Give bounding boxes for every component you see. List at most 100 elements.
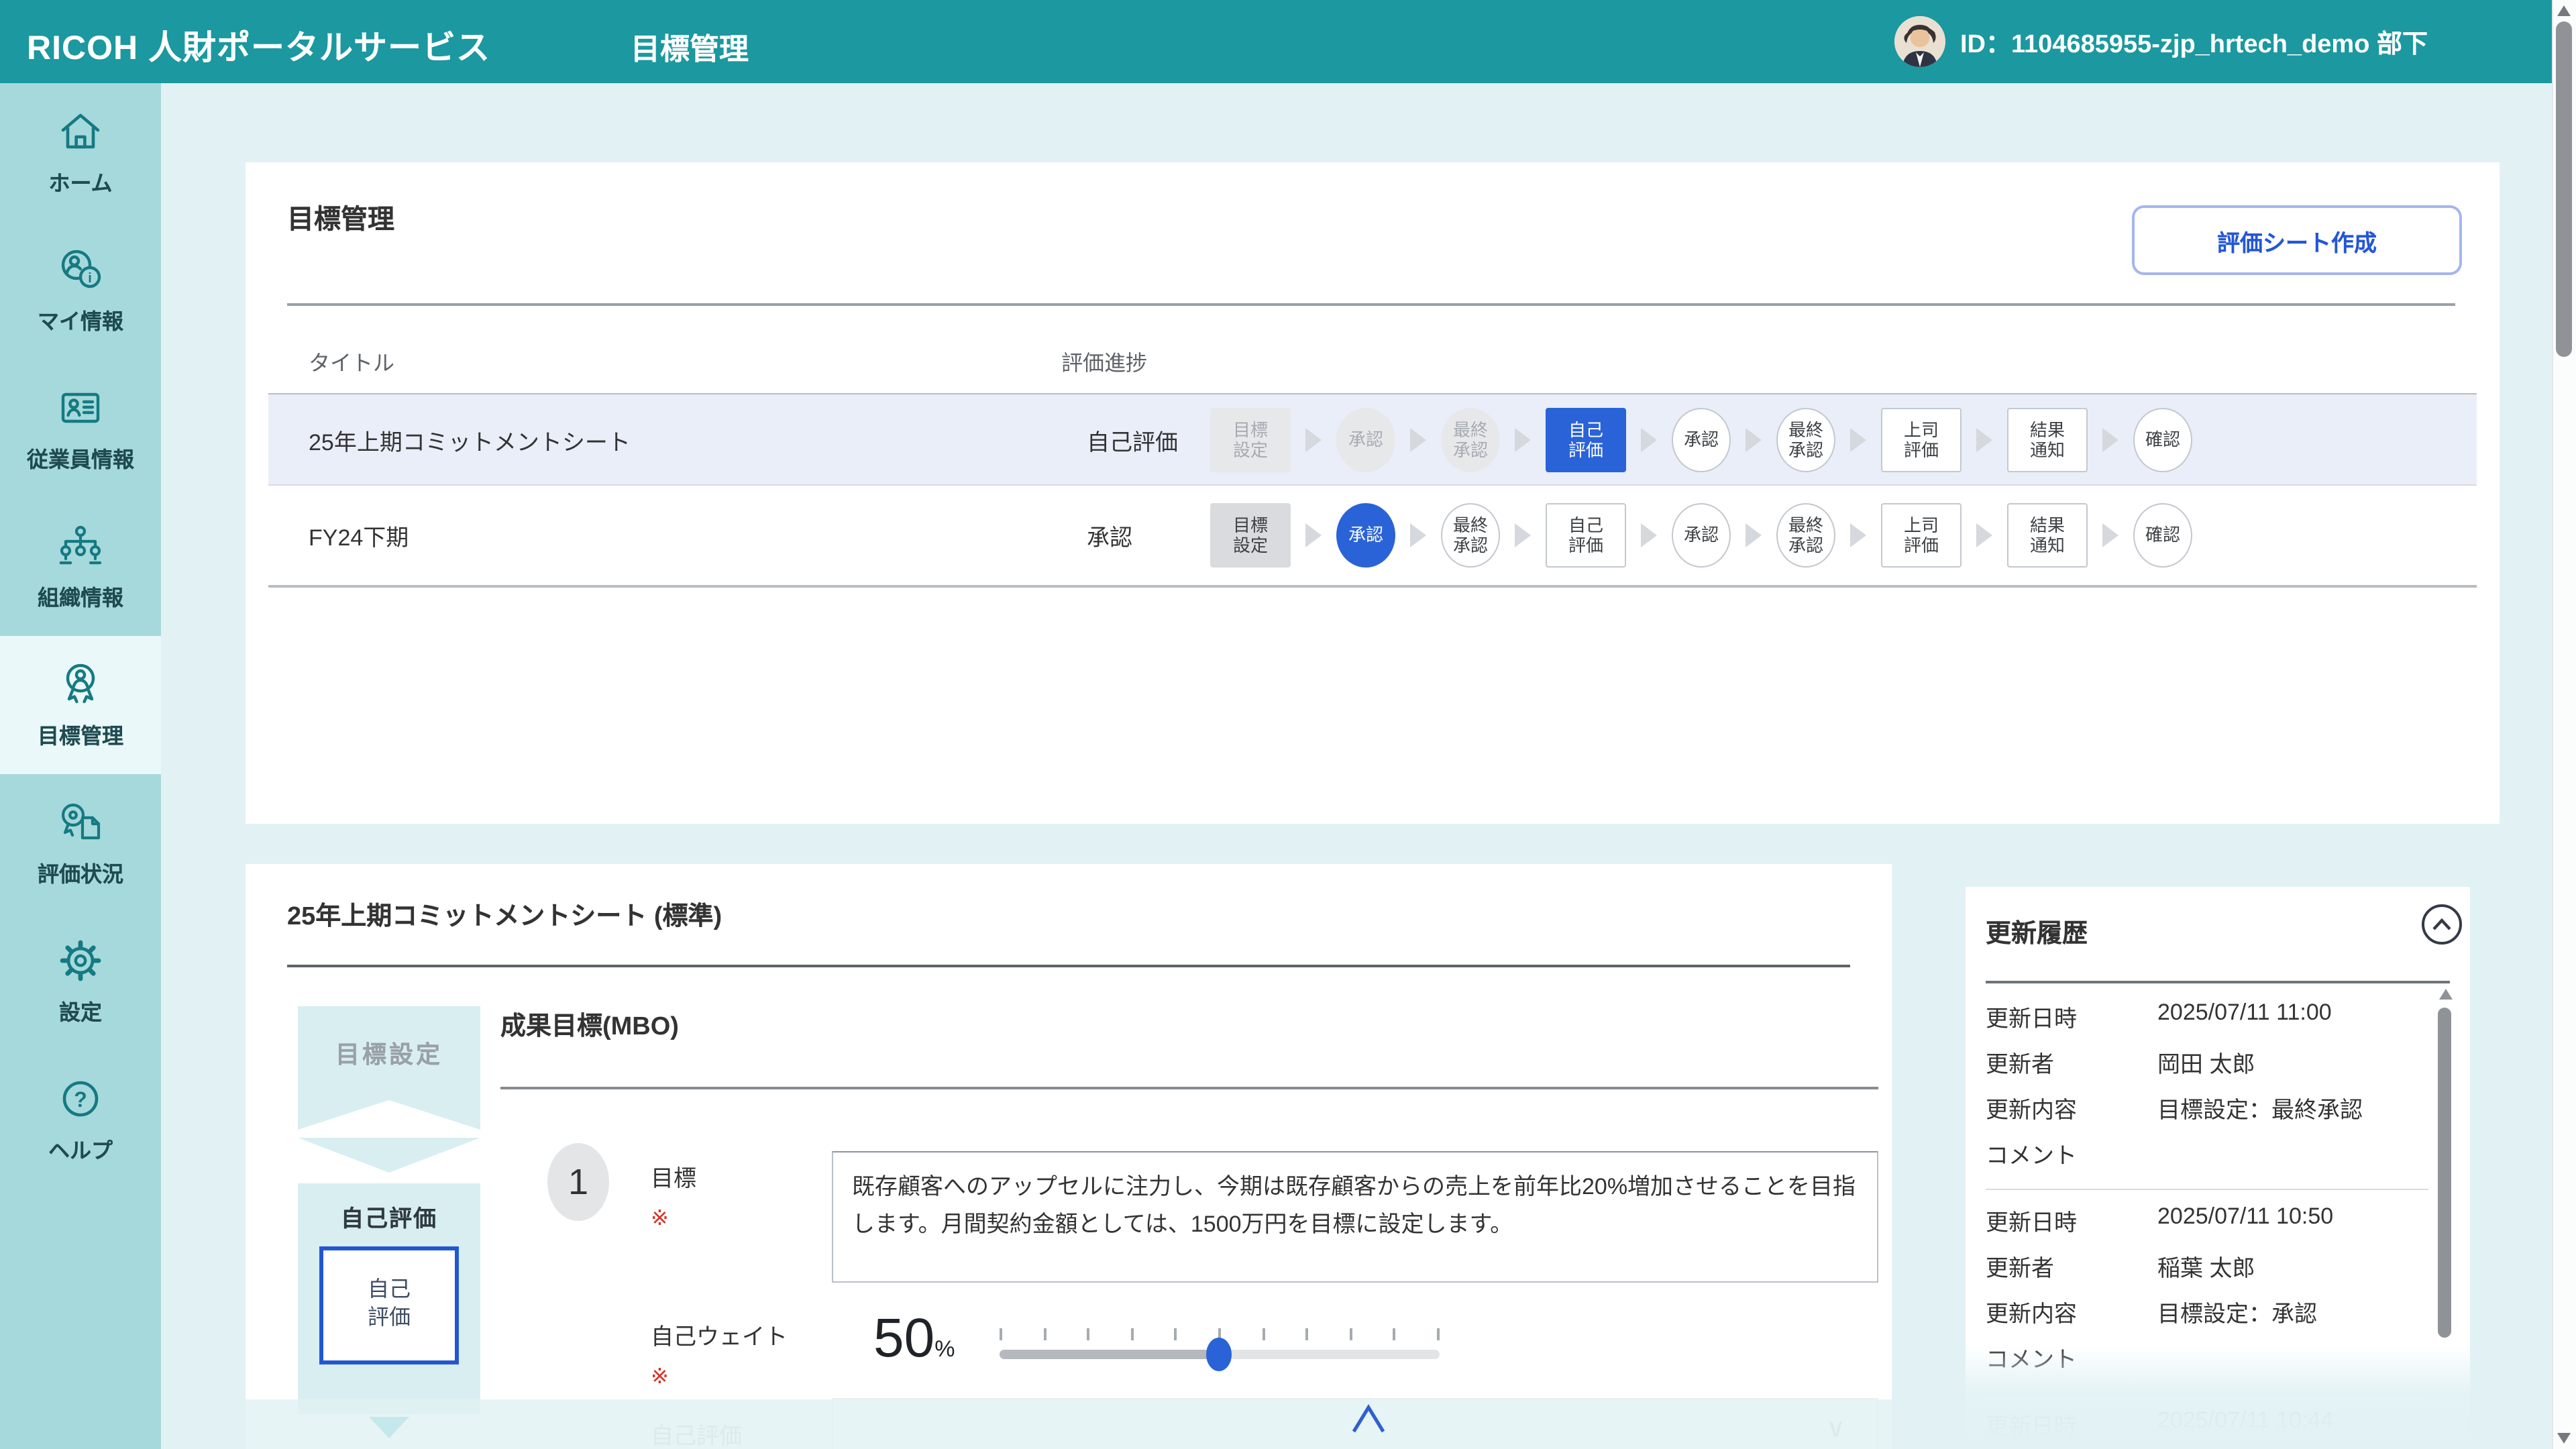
top-header-bar: RICOH 人財ポータルサービス 目標管理 ID：1104685955-zjp_… (0, 0, 2576, 83)
collapse-section-chevron-up[interactable] (1350, 1403, 1387, 1442)
phase-label: 自己評価 (341, 1199, 437, 1233)
sheet-detail-panel: 25年上期コミットメントシート (標準) 目標設定 自己評価 自己評価 成果目標… (246, 864, 1892, 1449)
evaluation-status-icon (56, 798, 105, 847)
step-arrow-icon (1746, 523, 1762, 547)
goal-textarea[interactable]: 既存顧客へのアップセルに注力し、今期は既存顧客からの売上を前年比20%増加させる… (832, 1151, 1878, 1283)
scroll-up-arrow-icon[interactable] (2439, 989, 2453, 1000)
step-arrow-icon (1410, 428, 1426, 452)
sidebar-item-label: ヘルプ (48, 1132, 113, 1165)
step-approval: 承認 (1336, 503, 1395, 568)
step-goal-setting: 目標設定 (1210, 503, 1291, 568)
sidebar-item-goal-management[interactable]: 目標管理 (0, 636, 161, 774)
step-goal-setting: 目標設定 (1210, 408, 1291, 472)
user-id-text: ID：1104685955-zjp_hrtech_demo 部下 (1960, 23, 2428, 60)
sidebar-item-settings[interactable]: 設定 (0, 912, 161, 1051)
step-confirm: 確認 (2133, 408, 2192, 472)
progress-stepper: 目標設定 承認 最終承認 自己評価 承認 最終承認 上司評価 結果通知 確認 (1210, 503, 2192, 568)
field-label: 更新者 (1986, 1045, 2157, 1079)
user-menu[interactable]: ID：1104685955-zjp_hrtech_demo 部下 (1894, 16, 2428, 67)
item-number-badge: 1 (547, 1143, 609, 1221)
step-result-notice: 結果通知 (2007, 408, 2088, 472)
progress-stepper: 目標設定 承認 最終承認 自己評価 承認 最終承認 上司評価 結果通知 確認 (1210, 408, 2192, 472)
step-final-approval: 最終承認 (1441, 503, 1500, 568)
goal-sheet-row[interactable]: 25年上期コミットメントシート 自己評価 目標設定 承認 最終承認 自己評価 承… (268, 393, 2477, 486)
slider-track[interactable] (1000, 1350, 1440, 1359)
step-arrow-icon (1305, 523, 1322, 547)
phase-goal-setting: 目標設定 (298, 1006, 480, 1130)
header-page-title: 目標管理 (631, 25, 749, 68)
divider (500, 1087, 1878, 1089)
employee-card-icon (56, 384, 105, 432)
svg-text:?: ? (74, 1087, 87, 1112)
home-icon (56, 107, 105, 156)
sidebar-item-label: 組織情報 (38, 580, 123, 612)
section-title-mbo: 成果目標(MBO) (500, 1006, 679, 1042)
sidebar-item-home[interactable]: ホーム (0, 83, 161, 221)
field-value: 2025/07/11 10:50 (2157, 1203, 2428, 1237)
step-arrow-icon (1976, 428, 1992, 452)
page-scrollbar[interactable] (2552, 0, 2576, 1449)
field-label: 更新日時 (1986, 1203, 2157, 1237)
weight-slider[interactable] (1000, 1328, 1440, 1359)
step-arrow-icon (2102, 428, 2118, 452)
sidebar-item-label: 従業員情報 (27, 441, 134, 474)
field-label: 更新内容 (1986, 1295, 2157, 1328)
step-final-approval: 最終承認 (1776, 408, 1835, 472)
history-title: 更新履歴 (1986, 914, 2088, 950)
weight-unit: % (934, 1336, 955, 1362)
step-arrow-icon (1515, 523, 1531, 547)
field-label: コメント (1986, 1136, 2157, 1170)
goal-sheet-row[interactable]: FY24下期 承認 目標設定 承認 最終承認 自己評価 承認 最終承認 上司評価… (268, 484, 2477, 588)
chevron-up-icon (2431, 918, 2453, 931)
history-scrollbar-thumb[interactable] (2438, 1008, 2451, 1338)
field-value: 岡田 太郎 (2157, 1045, 2428, 1079)
scroll-down-arrow-icon[interactable] (2557, 1433, 2571, 1444)
sidebar-item-label: 目標管理 (38, 718, 123, 750)
column-header-title: タイトル (309, 345, 394, 377)
create-evaluation-sheet-button[interactable]: 評価シート作成 (2132, 205, 2462, 275)
step-arrow-icon (1746, 428, 1762, 452)
page-scrollbar-thumb[interactable] (2556, 21, 2572, 357)
step-approval: 承認 (1336, 408, 1395, 472)
required-mark: ※ (651, 1205, 669, 1232)
weight-field-label: 自己ウェイト (651, 1318, 788, 1351)
sheet-detail-title: 25年上期コミットメントシート (標準) (287, 896, 722, 932)
goal-field-label: 目標 (651, 1159, 696, 1193)
phase-current-box[interactable]: 自己評価 (319, 1246, 459, 1364)
goal-list-panel: 目標管理 評価シート作成 タイトル 評価進捗 25年上期コミットメントシート 自… (246, 162, 2500, 824)
step-self-evaluation: 自己評価 (1546, 503, 1626, 568)
step-approval: 承認 (1672, 408, 1731, 472)
divider (287, 965, 1850, 967)
step-arrow-icon (1850, 428, 1866, 452)
sidebar-item-label: 評価状況 (38, 856, 123, 888)
avatar-photo (1894, 16, 1945, 67)
divider (287, 303, 2455, 306)
phase-self-evaluation: 自己評価 自己評価 (298, 1183, 480, 1414)
column-header-progress: 評価進捗 (1061, 345, 1147, 377)
step-arrow-icon (1305, 428, 1322, 452)
brand-title: RICOH 人財ポータルサービス (27, 21, 490, 70)
sidebar-item-employee-info[interactable]: 従業員情報 (0, 360, 161, 498)
bottom-fade-overlay (246, 1399, 1892, 1449)
field-value (2157, 1136, 2428, 1170)
phase-arrow-down-icon (298, 1138, 480, 1173)
field-label: 更新内容 (1986, 1091, 2157, 1124)
collapse-history-button[interactable] (2422, 904, 2462, 945)
bottom-fade-overlay (1966, 1346, 2470, 1449)
sheet-title: FY24下期 (309, 519, 409, 552)
sheet-title: 25年上期コミットメントシート (309, 423, 631, 457)
avatar[interactable] (1894, 16, 1945, 67)
sidebar-item-evaluation-status[interactable]: 評価状況 (0, 774, 161, 912)
current-step-status: 自己評価 (1087, 423, 1178, 457)
step-arrow-icon (1641, 523, 1657, 547)
my-info-icon: i (56, 246, 105, 294)
svg-text:i: i (88, 271, 92, 286)
scroll-up-arrow-icon[interactable] (2557, 5, 2571, 16)
sidebar-item-help[interactable]: ? ヘルプ (0, 1051, 161, 1189)
sidebar-item-my-info[interactable]: i マイ情報 (0, 221, 161, 360)
sidebar-item-org-info[interactable]: 組織情報 (0, 498, 161, 636)
slider-thumb[interactable] (1206, 1338, 1232, 1371)
step-manager-evaluation: 上司評価 (1881, 503, 1962, 568)
step-self-evaluation: 自己評価 (1546, 408, 1626, 472)
field-label: 更新者 (1986, 1249, 2157, 1283)
